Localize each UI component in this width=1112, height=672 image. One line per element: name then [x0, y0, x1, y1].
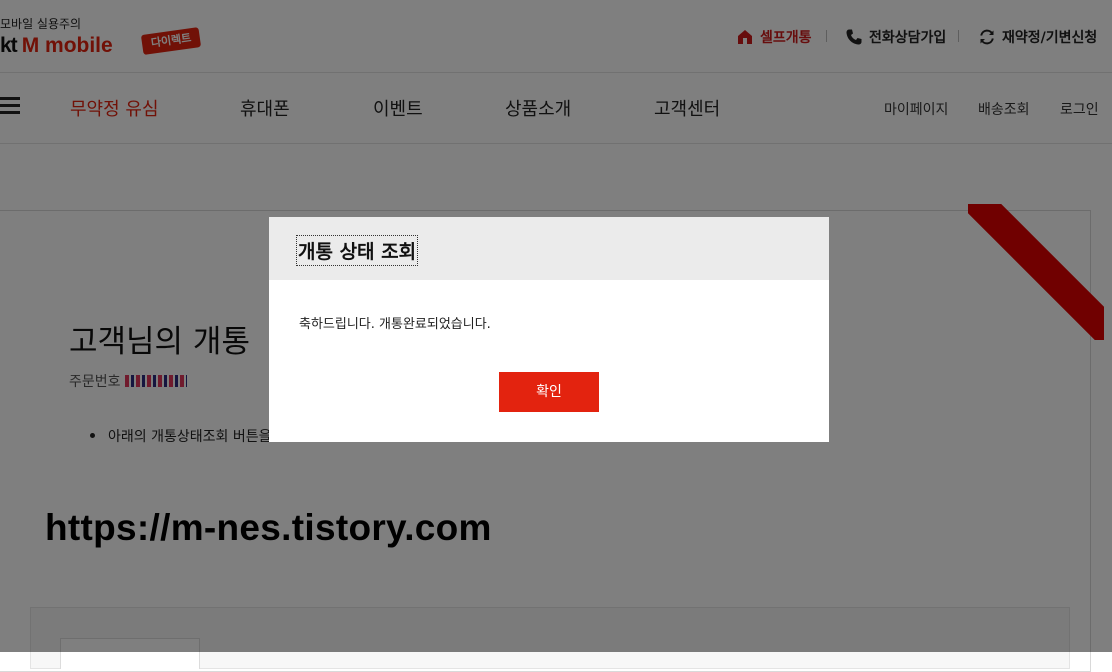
status-dialog: 개통 상태 조회 축하드립니다. 개통완료되었습니다. 확인	[269, 217, 829, 442]
dialog-message: 축하드립니다. 개통완료되었습니다.	[299, 317, 491, 332]
dialog-header: 개통 상태 조회	[269, 217, 829, 280]
confirm-button[interactable]: 확인	[499, 372, 599, 412]
dialog-title: 개통 상태 조회	[295, 235, 419, 266]
